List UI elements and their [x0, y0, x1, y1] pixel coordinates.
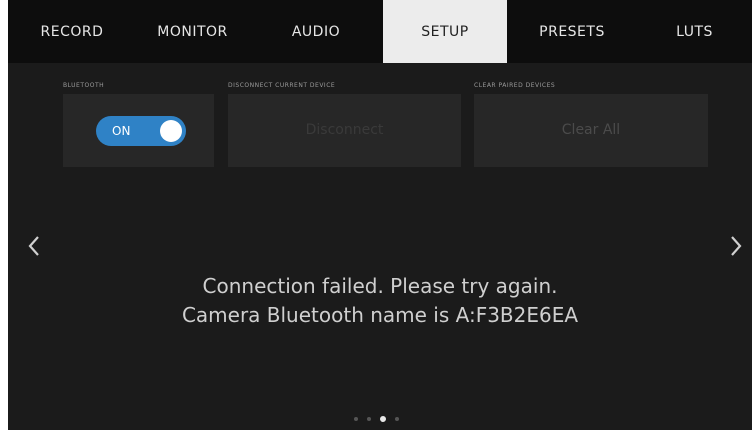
tab-setup[interactable]: SETUP: [383, 0, 507, 63]
status-message-line-2: Camera Bluetooth name is A:F3B2E6EA: [181, 303, 579, 327]
clear-all-button[interactable]: Clear All: [474, 94, 708, 167]
tab-audio[interactable]: AUDIO: [249, 0, 383, 63]
chevron-left-icon[interactable]: [22, 232, 46, 260]
setup-screen: RECORD MONITOR AUDIO SETUP PRESETS LUTS …: [8, 0, 752, 430]
page-dot: [367, 417, 371, 421]
bluetooth-toggle[interactable]: ON: [96, 116, 186, 146]
tab-record[interactable]: RECORD: [8, 0, 136, 63]
disconnect-device-label: DISCONNECT CURRENT DEVICE: [228, 82, 336, 89]
page-indicator: [354, 416, 399, 422]
chevron-right-icon[interactable]: [724, 232, 748, 260]
clear-all-button-label: Clear All: [561, 122, 621, 138]
clear-paired-devices-label: CLEAR PAIRED DEVICES: [474, 82, 556, 89]
tab-monitor[interactable]: MONITOR: [136, 0, 249, 63]
disconnect-button[interactable]: Disconnect: [228, 94, 461, 167]
page-dot: [395, 417, 399, 421]
bluetooth-toggle-label: ON: [112, 124, 131, 138]
status-message: Connection failed. Please try again. Cam…: [8, 272, 752, 330]
tab-luts[interactable]: LUTS: [637, 0, 752, 63]
tab-presets[interactable]: PRESETS: [507, 0, 637, 63]
tab-bar: RECORD MONITOR AUDIO SETUP PRESETS LUTS: [8, 0, 752, 63]
status-message-line-1: Connection failed. Please try again.: [202, 274, 558, 298]
page-dot-active: [380, 416, 386, 422]
disconnect-button-label: Disconnect: [305, 122, 384, 138]
page-dot: [354, 417, 358, 421]
toggle-knob: [160, 120, 182, 142]
bluetooth-label: BLUETOOTH: [63, 82, 105, 89]
